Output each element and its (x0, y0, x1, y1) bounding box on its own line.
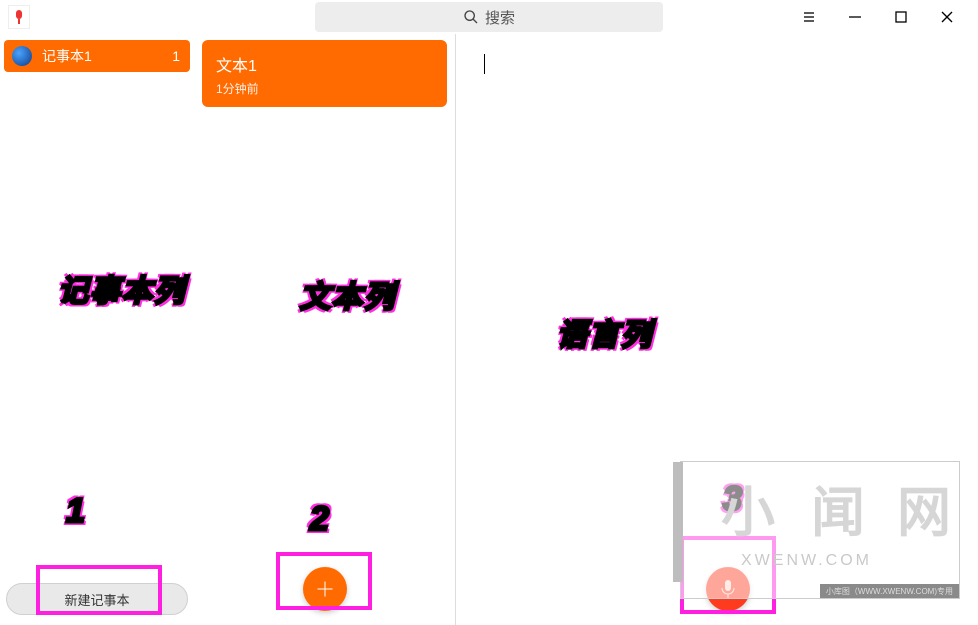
annotation-label-col1: 记事本列 (58, 266, 186, 310)
app-logo (8, 5, 30, 29)
annotation-number-2: 2 (310, 500, 329, 539)
watermark-char-3: 网 (897, 468, 955, 547)
menu-icon[interactable] (800, 8, 818, 26)
watermark-strip (673, 462, 683, 582)
minimize-button[interactable] (846, 8, 864, 26)
watermark-char-2: 闻 (811, 468, 869, 547)
note-card[interactable]: 文本1 1分钟前 (202, 40, 447, 107)
maximize-button[interactable] (892, 8, 910, 26)
annotation-rect-2 (276, 552, 372, 610)
annotation-number-1: 1 (66, 492, 85, 531)
notebook-count: 1 (172, 48, 180, 64)
title-bar: 搜索 (0, 0, 978, 34)
watermark-bar-text: 小库图（WWW.XWENW.COM)专用 (826, 586, 953, 597)
notebook-item[interactable]: 记事本1 1 (4, 40, 190, 72)
annotation-label-col3: 语言列 (557, 310, 653, 354)
watermark-domain: XWENW.COM (741, 552, 872, 570)
annotation-label-col2: 文本列 (300, 272, 396, 316)
search-icon (463, 9, 479, 25)
notebook-name: 记事本1 (42, 46, 92, 66)
watermark-bar: 小库图（WWW.XWENW.COM)专用 (820, 584, 959, 598)
note-title: 文本1 (216, 52, 433, 76)
close-button[interactable] (938, 8, 956, 26)
note-time: 1分钟前 (216, 80, 433, 97)
window-controls (782, 0, 974, 34)
watermark-panel: 小 闻 网 XWENW.COM 小库图（WWW.XWENW.COM)专用 (680, 461, 960, 599)
text-cursor (484, 54, 485, 74)
watermark-char-1: 小 (721, 468, 779, 547)
annotation-rect-1 (36, 565, 162, 615)
globe-icon (12, 46, 32, 66)
notebook-list-column: 记事本1 1 新建记事本 (0, 34, 194, 625)
search-input[interactable]: 搜索 (315, 2, 663, 32)
search-placeholder: 搜索 (485, 7, 515, 28)
